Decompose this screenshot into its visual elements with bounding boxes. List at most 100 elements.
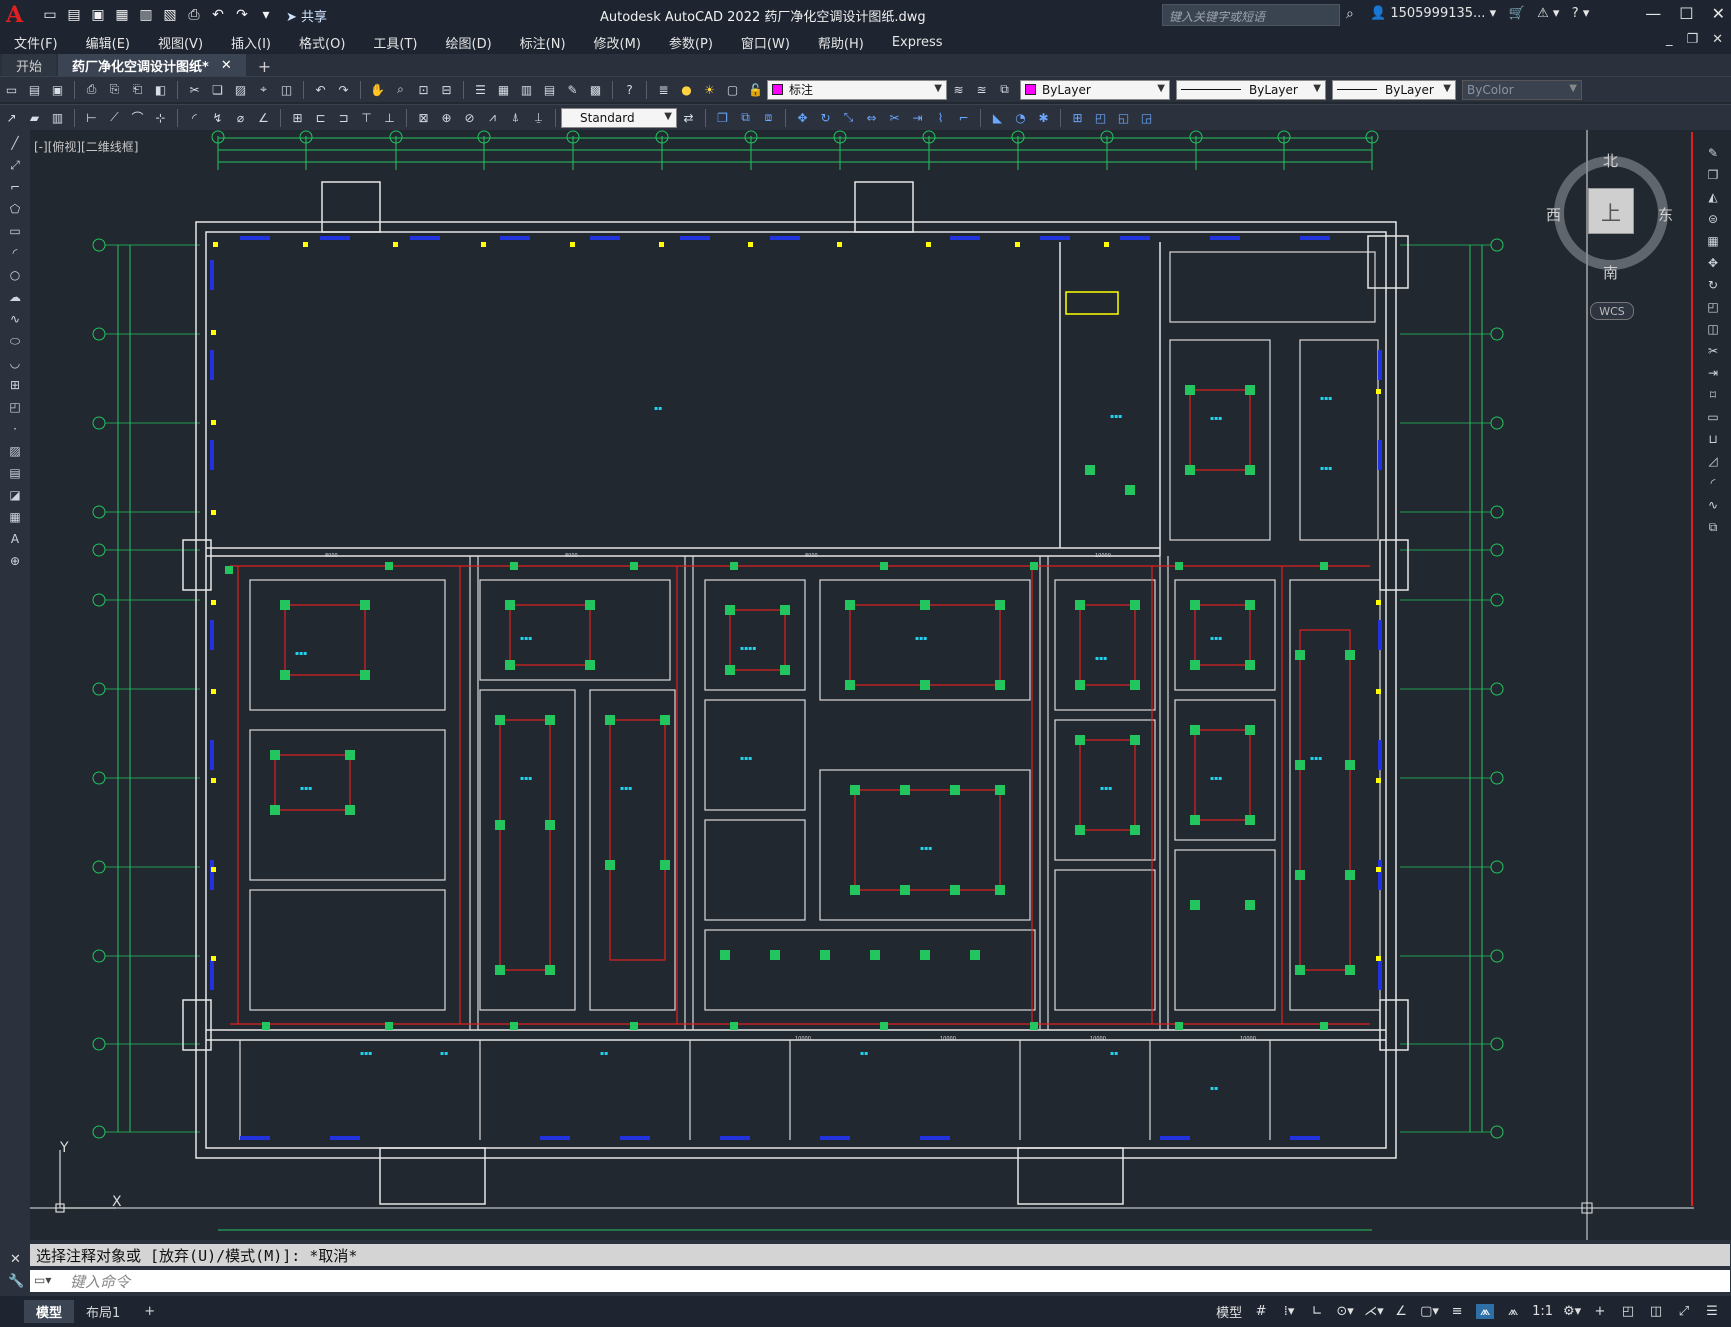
mirror-icon[interactable]: ◭ bbox=[1703, 188, 1723, 206]
annotation-visibility-icon[interactable]: ⩕ bbox=[1476, 1304, 1495, 1319]
doc-close-icon[interactable]: ✕ bbox=[1712, 32, 1723, 47]
save-icon[interactable]: ▣ bbox=[48, 80, 67, 99]
layer-properties-icon[interactable]: ≣ bbox=[654, 80, 673, 99]
undo-icon[interactable]: ↶ bbox=[311, 80, 330, 99]
open-web-icon[interactable]: ▥ bbox=[136, 5, 156, 25]
isolate-objects-icon[interactable]: ◫ bbox=[1647, 1304, 1665, 1319]
wrench-icon[interactable]: 🔧 bbox=[8, 1274, 24, 1289]
dim-update-icon[interactable]: ⇄ bbox=[679, 108, 698, 127]
join-icon[interactable]: ⌐ bbox=[954, 108, 973, 127]
maximize-button[interactable]: ☐ bbox=[1679, 4, 1693, 23]
menu-insert[interactable]: 插入(I) bbox=[217, 33, 285, 52]
arc-length-icon[interactable]: ⌒ bbox=[128, 108, 147, 127]
qdim-icon[interactable]: ▰ bbox=[25, 108, 44, 127]
jogged-linear-icon[interactable]: ⩘ bbox=[483, 108, 502, 127]
grid-icon[interactable]: # bbox=[1252, 1304, 1270, 1319]
annotation-scale[interactable]: 1:1 bbox=[1532, 1304, 1553, 1319]
plot-icon[interactable]: ⎙ bbox=[184, 5, 204, 25]
new-icon[interactable]: ▭ bbox=[2, 80, 21, 99]
plot-preview-icon[interactable]: ⎘ bbox=[105, 80, 124, 99]
isodraft-icon[interactable]: ⋌▾ bbox=[1364, 1304, 1384, 1319]
zoom-realtime-icon[interactable]: ⌕ bbox=[391, 80, 410, 99]
linear-dim-icon[interactable]: ⊢ bbox=[82, 108, 101, 127]
paste-icon[interactable]: ▨ bbox=[231, 80, 250, 99]
copy-icon[interactable]: ❐ bbox=[1703, 166, 1723, 184]
erase-icon[interactable]: ✎ bbox=[1703, 144, 1723, 162]
tolerance-icon[interactable]: ⊠ bbox=[414, 108, 433, 127]
insert-block-icon[interactable]: ⊞ bbox=[1068, 108, 1087, 127]
radius-dim-icon[interactable]: ◜ bbox=[185, 108, 204, 127]
ordinate-dim-icon[interactable]: ⊹ bbox=[151, 108, 170, 127]
layer-freeze-icon[interactable]: ☀ bbox=[700, 80, 719, 99]
add-layout-icon[interactable]: + bbox=[132, 1302, 167, 1321]
diameter-dim-icon[interactable]: ⌀ bbox=[231, 108, 250, 127]
construction-line-icon[interactable]: ⤢ bbox=[5, 156, 25, 174]
3d-print-icon[interactable]: ◧ bbox=[151, 80, 170, 99]
redo-icon[interactable]: ↷ bbox=[334, 80, 353, 99]
lineweight-icon[interactable]: ≡ bbox=[1448, 1304, 1466, 1319]
drawing-canvas[interactable]: ▪▪ ▪▪▪ ▪▪▪ ▪▪▪▪ ▪▪▪ ▪▪▪ ▪▪▪ ▪▪▪ ▪▪▪ ▪▪▪ ▪▪▪ ▪… bbox=[30, 130, 1696, 1240]
chamfer-icon[interactable]: ◣ bbox=[988, 108, 1007, 127]
circle-icon[interactable]: ○ bbox=[5, 266, 25, 284]
menu-view[interactable]: 视图(V) bbox=[144, 33, 217, 52]
make-block-icon[interactable]: ◰ bbox=[1091, 108, 1110, 127]
viewcube[interactable]: 北 南 东 西 上 bbox=[1546, 150, 1673, 282]
group-icon[interactable]: ◱ bbox=[1114, 108, 1133, 127]
tab-close-icon[interactable]: ✕ bbox=[221, 58, 232, 73]
offset-icon[interactable]: ⧈ bbox=[759, 108, 778, 127]
polar-icon[interactable]: ⊙▾ bbox=[1336, 1304, 1354, 1319]
plotstyle-dropdown[interactable]: ByColor ▼ bbox=[1462, 79, 1582, 100]
plot-icon[interactable]: ⎙ bbox=[82, 80, 101, 99]
add-selected-icon[interactable]: ⊕ bbox=[5, 552, 25, 570]
layer-dropdown[interactable]: 标注 ▼ bbox=[767, 79, 947, 100]
scale-icon[interactable]: ◰ bbox=[1703, 298, 1723, 316]
trim-icon[interactable]: ✂ bbox=[885, 108, 904, 127]
markup-icon[interactable]: ✎ bbox=[563, 80, 582, 99]
save-web-icon[interactable]: ▧ bbox=[160, 5, 180, 25]
fillet-icon[interactable]: ◜ bbox=[1703, 474, 1723, 492]
undo-icon[interactable]: ↶ bbox=[208, 5, 228, 25]
blend-curves-icon[interactable]: ∿ bbox=[1703, 496, 1723, 514]
save-icon[interactable]: ▣ bbox=[88, 5, 108, 25]
gradient-icon[interactable]: ▤ bbox=[5, 464, 25, 482]
dim-text-edit-icon[interactable]: ⍊ bbox=[529, 108, 548, 127]
linetype-dropdown[interactable]: ByLayer ▼ bbox=[1176, 79, 1326, 100]
doc-minimize-icon[interactable]: _ bbox=[1666, 32, 1673, 47]
dim-style-icon[interactable]: ▥ bbox=[48, 108, 67, 127]
menu-file[interactable]: 文件(F) bbox=[0, 33, 72, 52]
cut-icon[interactable]: ✂ bbox=[185, 80, 204, 99]
mirror-icon[interactable]: ⧉ bbox=[736, 108, 755, 127]
zoom-window-icon[interactable]: ⊡ bbox=[414, 80, 433, 99]
viewport-label[interactable]: [-][俯视][二维线框] bbox=[34, 138, 138, 155]
compass-west[interactable]: 西 bbox=[1546, 204, 1561, 225]
viewcube-top-face[interactable]: 上 bbox=[1588, 188, 1634, 234]
sheet-set-icon[interactable]: ▤ bbox=[540, 80, 559, 99]
copy-icon[interactable]: ❏ bbox=[208, 80, 227, 99]
rectangle-icon[interactable]: ▭ bbox=[5, 222, 25, 240]
chamfer-icon[interactable]: ◿ bbox=[1703, 452, 1723, 470]
polyline-icon[interactable]: ⌐ bbox=[5, 178, 25, 196]
add-icon[interactable]: + bbox=[1591, 1304, 1609, 1319]
stretch-icon[interactable]: ⇔ bbox=[862, 108, 881, 127]
angular-dim-icon[interactable]: ∠ bbox=[254, 108, 273, 127]
customize-qat-icon[interactable]: ▾ bbox=[256, 5, 276, 25]
ellipse-arc-icon[interactable]: ◡ bbox=[5, 354, 25, 372]
hardware-acceleration-icon[interactable]: ◰ bbox=[1619, 1304, 1637, 1319]
autocad-logo[interactable]: A bbox=[6, 2, 32, 28]
spline-icon[interactable]: ∿ bbox=[5, 310, 25, 328]
layer-viewport-icon[interactable]: ▢ bbox=[723, 80, 742, 99]
quick-leader-icon[interactable]: ↗ bbox=[2, 108, 21, 127]
rotate-icon[interactable]: ↻ bbox=[816, 108, 835, 127]
tab-layout1[interactable]: 布局1 bbox=[74, 1300, 132, 1323]
scale-icon[interactable]: ⤡ bbox=[839, 108, 858, 127]
minimize-button[interactable]: — bbox=[1645, 4, 1661, 23]
help-icon[interactable]: ? bbox=[620, 80, 639, 99]
make-current-layer-icon[interactable]: ≋ bbox=[949, 80, 968, 99]
move-icon[interactable]: ✥ bbox=[793, 108, 812, 127]
redo-icon[interactable]: ↷ bbox=[232, 5, 252, 25]
user-account[interactable]: 👤 1505999135... ▾ 🛒 ⚠ ▾ ? ▾ bbox=[1370, 6, 1589, 21]
search-input[interactable]: 键入关键字或短语 bbox=[1162, 4, 1340, 26]
mtext-icon[interactable]: A bbox=[5, 530, 25, 548]
fillet-icon[interactable]: ◔ bbox=[1011, 108, 1030, 127]
extend-icon[interactable]: ⇥ bbox=[1703, 364, 1723, 382]
